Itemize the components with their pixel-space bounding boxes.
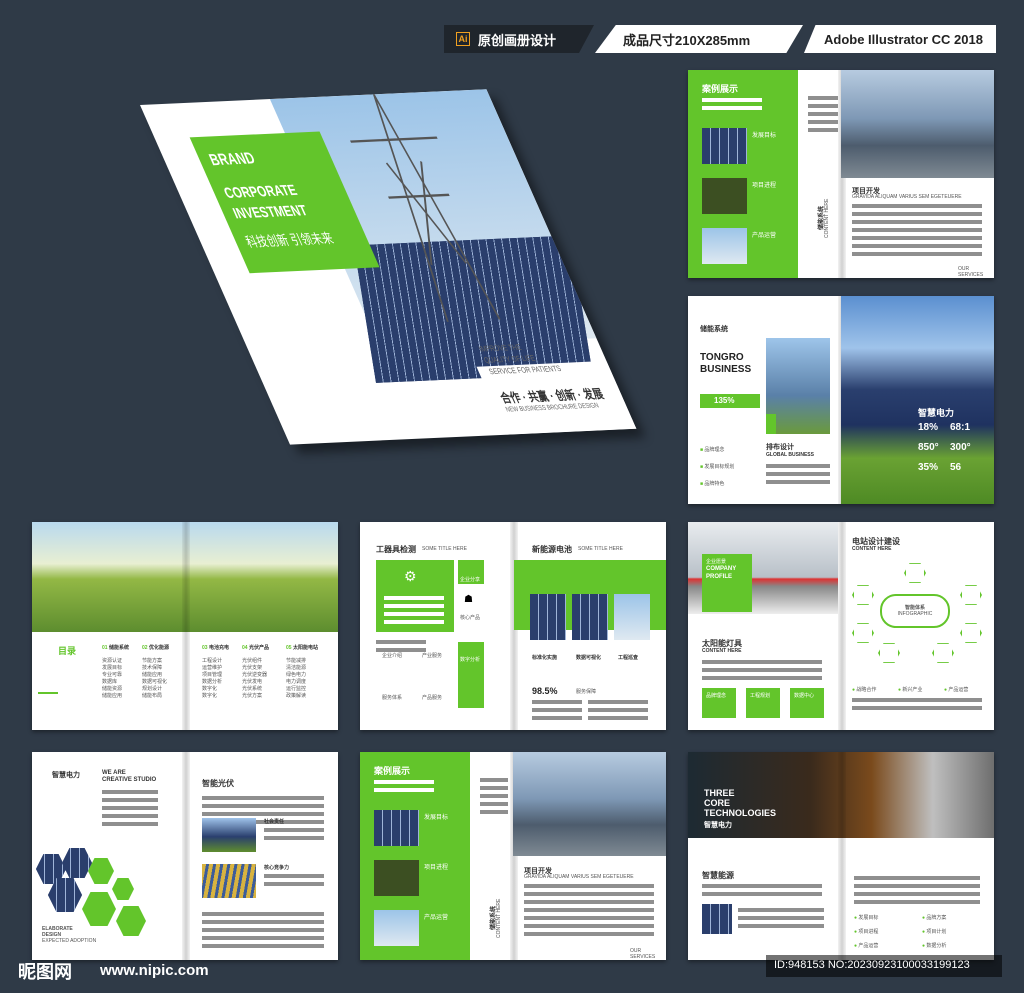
tools-icon-1: ☗	[464, 594, 473, 605]
cases-item-2: 项目进程	[752, 183, 777, 189]
creative-photo-1	[202, 818, 256, 852]
tag-software: Adobe Illustrator CC 2018	[804, 25, 996, 53]
stat-4: 300°	[950, 442, 971, 453]
hex-node-icon-6	[878, 643, 900, 663]
stat-5: 35%	[918, 462, 939, 473]
tools-green-tall	[458, 642, 484, 708]
illustrator-icon: Ai	[456, 32, 470, 46]
watermark-id: ID:948153 NO:20230923100033199123	[774, 959, 970, 971]
stat-6: 56	[950, 462, 962, 473]
tag-original-design: Ai 原创画册设计	[444, 25, 594, 53]
station-button-1: 品牌理念	[702, 688, 736, 718]
spread-creative: 智慧电力 WE ARE CREATIVE STUDIO ELABORATE DE…	[32, 752, 338, 960]
watermark-url: www.nipic.com	[100, 962, 209, 979]
cases-photo-2	[702, 178, 747, 214]
cases-city-photo	[841, 70, 994, 178]
tools-right-title: 新能源电池	[532, 545, 572, 554]
spread-storage: 储能系统 TONGRO BUSINESS 135% 排布设计 GLOBAL BU…	[688, 296, 994, 504]
cover-board: BRAND CORPORATE INVESTMENT 科技创新 引领未来 IMP…	[140, 89, 637, 445]
spread-tools: 工器具检测 SOME TITLE HERE ⚙ 企业分享 ☗ 核心产品 企业介绍…	[360, 522, 666, 730]
toc-col-2: 02 优化能源 节能方案 技术保障 储能应用 数据可视化 规划设计 储能布局	[142, 645, 169, 699]
storage-company-1: TONGRO	[700, 352, 744, 363]
toc-title: 目录	[58, 646, 77, 656]
tools-photo-3	[614, 594, 650, 640]
cover-subtitle: 科技创新 引领未来	[243, 230, 337, 251]
cover-title-line1: CORPORATE	[221, 181, 300, 202]
tools-service: 服务保障	[576, 689, 597, 695]
cases-footer: OUR SERVICES	[958, 266, 984, 278]
cases-bottom-photo-1	[374, 810, 419, 846]
toc-col-3: 03 电池充电 工程设计 运营维护 项目管理 数据分析 数字化 数字化	[202, 645, 229, 699]
cases-text-lines	[702, 98, 762, 114]
storage-list: ■ 品牌理念 ■ 发展目标规划 ■ 品牌特色	[700, 447, 735, 487]
cases-bottom-title: 案例展示	[374, 766, 411, 776]
cases-photo-3	[702, 228, 747, 264]
toc-col-4: 04 光伏产品 光伏组件 光伏支架 光伏逆变器 光伏发电 光伏系统 光伏方案	[242, 645, 269, 699]
storage-layout-cn: 排布设计	[766, 444, 794, 451]
watermark-site: 昵图网	[18, 962, 72, 982]
hex-node-icon-5	[960, 623, 982, 643]
cases-item-1: 发展目标	[752, 133, 777, 139]
tag-size: 成品尺寸210X285mm	[595, 25, 803, 53]
spread-toc: 目录 01 储能系统 资源认证 发展目标 专业可靠 数据库 储能资源 储能应用 02 优化…	[32, 522, 338, 730]
hex-node-icon-7	[932, 643, 954, 663]
cases-item-3: 产品运营	[752, 233, 777, 239]
cases-body-lines	[808, 96, 838, 136]
brand-logo: BRAND	[206, 148, 258, 169]
storage-company-2: BUSINESS	[700, 364, 752, 375]
storage-layout-lines	[766, 464, 830, 488]
tools-photo-1	[530, 594, 566, 640]
hex-node-icon-4	[852, 623, 874, 643]
gear-icon: ⚙	[404, 568, 417, 584]
creative-label: 智慧电力	[52, 772, 80, 779]
cases-bottom-photo-3	[374, 910, 419, 946]
stat-3: 850°	[918, 442, 939, 453]
cases-photo-1	[702, 128, 747, 164]
spread-tech: THREE CORE TECHNOLOGIES 智慧电力 智慧能源 ● 发展目标…	[688, 752, 994, 960]
creative-title: 智能光伏	[202, 779, 234, 788]
cover-title-line2: INVESTMENT	[230, 201, 311, 222]
hex-node-icon-1	[904, 563, 926, 583]
station-center-hub: 智能体系 INFOGRAPHIC	[880, 594, 950, 628]
cases-bottom-city-photo	[513, 752, 666, 856]
cases-side-en: CONTENT HERE	[824, 198, 830, 238]
station-button-2: 工程规划	[746, 688, 780, 718]
brochure-cover: BRAND CORPORATE INVESTMENT 科技创新 引领未来 IMP…	[60, 75, 637, 475]
storage-title: 储能系统	[700, 326, 728, 333]
toc-col-1: 01 储能系统 资源认证 发展目标 专业可靠 数据库 储能资源 储能应用	[102, 645, 129, 699]
station-button-3: 数据中心	[790, 688, 824, 718]
cases-project-lines	[852, 204, 982, 260]
spread-station: 企业愿景 COMPANY PROFILE 太阳能灯具 CONTENT HERE …	[688, 522, 994, 730]
station-vision: 企业愿景	[706, 559, 727, 565]
tech-thumb-1	[702, 904, 732, 934]
showcase-page: Ai 原创画册设计 成品尺寸210X285mm Adobe Illustrato…	[0, 0, 1024, 993]
cases-title: 案例展示	[702, 84, 739, 94]
cases-project-en: GRAVIDA ALIQUAM VARIUS SEM EGETEUERE	[852, 194, 962, 200]
creative-hex-collage: ELABORATE DESIGN EXPECTED ADOPTION	[32, 848, 182, 960]
tools-photo-2	[572, 594, 608, 640]
storage-power-title: 智慧电力	[918, 408, 955, 418]
storage-percent-badge: 135%	[700, 394, 760, 408]
tools-title: 工器具检测	[376, 545, 416, 554]
tools-percent: 98.5%	[532, 686, 558, 696]
hex-node-icon-2	[852, 585, 874, 605]
creative-photo-2	[202, 864, 256, 898]
tech-section: 智慧能源	[702, 871, 734, 880]
spread-cases-top: 案例展示 发展目标 项目进程 产品运营 储能系统 CONTENT HERE 项目…	[688, 70, 994, 278]
cases-bottom-photo-2	[374, 860, 419, 896]
tools-right-title-en: SOME TITLE HERE	[578, 546, 623, 552]
stat-2: 68:1	[950, 422, 971, 433]
stat-1: 18%	[918, 422, 939, 433]
spread-cases-bottom: 案例展示 发展目标 项目进程 产品运营 储能系统 CONTENT HERE 项目…	[360, 752, 666, 960]
tools-title-en: SOME TITLE HERE	[422, 546, 467, 552]
tools-green-card: ⚙	[376, 560, 454, 632]
storage-layout-en: GLOBAL BUSINESS	[766, 452, 814, 458]
hex-node-icon-3	[960, 585, 982, 605]
toc-col-5: 05 太阳能电站 节能减排 清洁能源 绿色电力 电力调度 运行监控 政策解读	[286, 645, 318, 699]
